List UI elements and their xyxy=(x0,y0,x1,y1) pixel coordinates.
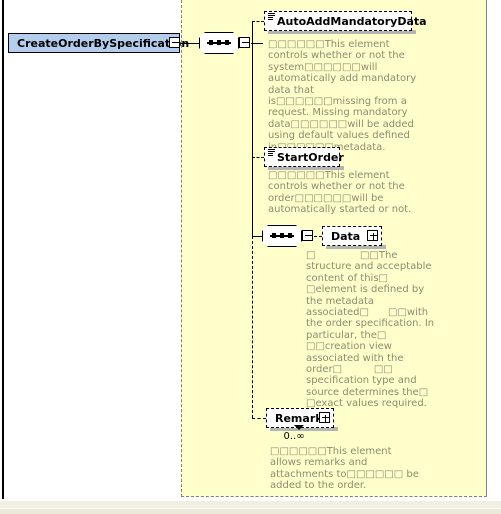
element-label-data: Data xyxy=(331,229,361,243)
connector-sequence2-to-data xyxy=(314,236,322,237)
sequence-1-dots-icon xyxy=(207,40,231,45)
element-label-remark: Remark xyxy=(275,411,323,425)
connector-trunk-to-remark xyxy=(252,236,253,418)
connector-stub-remark xyxy=(252,418,266,419)
remark-occurrence-arrow-icon xyxy=(294,425,304,430)
element-label-autoaddmandatorydata: AutoAddMandatoryData xyxy=(277,14,427,28)
root-element-shadow xyxy=(12,53,184,57)
connector-stub-autoaddmandatorydata xyxy=(252,21,264,22)
window-bottom-strip-lower xyxy=(0,508,501,514)
root-element-CreateOrderBySpecification[interactable]: CreateOrderBySpecification xyxy=(8,33,189,53)
documentation-startorder: □□□□□□This element controls whether or n… xyxy=(268,170,412,216)
documentation-autoaddmandatorydata: □□□□□□This element controls whether or n… xyxy=(268,39,417,153)
connector-stub-startorder xyxy=(252,157,264,158)
data-expand-toggle[interactable] xyxy=(367,230,378,241)
element-StartOrder[interactable]: StartOrder xyxy=(264,147,344,167)
sequence-2-collapse-toggle[interactable] xyxy=(302,230,313,241)
remark-occurrence-indicator: 0..∞ xyxy=(283,431,305,442)
minus-icon xyxy=(242,42,249,43)
left-border-rule xyxy=(2,0,4,499)
documentation-data: □ □□The structure and acceptable content… xyxy=(306,250,438,410)
sequence-2-dots-icon xyxy=(270,233,294,238)
connector-trunk-vertical xyxy=(252,21,253,236)
documentation-icon xyxy=(268,13,275,21)
element-AutoAddMandatoryData[interactable]: AutoAddMandatoryData xyxy=(264,11,427,31)
connector-trunk-to-sequence2 xyxy=(252,236,262,237)
plus-icon-vertical xyxy=(373,233,374,240)
remark-expand-toggle[interactable] xyxy=(319,412,330,423)
root-element-label: CreateOrderBySpecification xyxy=(17,36,190,50)
minus-icon xyxy=(172,42,179,43)
connector-root-to-sequence xyxy=(181,43,199,44)
documentation-icon xyxy=(268,149,275,157)
minus-icon xyxy=(305,235,312,236)
sequence-1-collapse-toggle[interactable] xyxy=(239,37,250,48)
element-label-startorder: StartOrder xyxy=(277,150,344,164)
documentation-remark: □□□□□□This element allows remarks and at… xyxy=(270,446,423,492)
root-collapse-toggle[interactable] xyxy=(169,37,180,48)
xsd-diagram-canvas: CreateOrderBySpecification AutoAddMandat… xyxy=(0,0,501,514)
plus-icon-vertical xyxy=(325,415,326,422)
